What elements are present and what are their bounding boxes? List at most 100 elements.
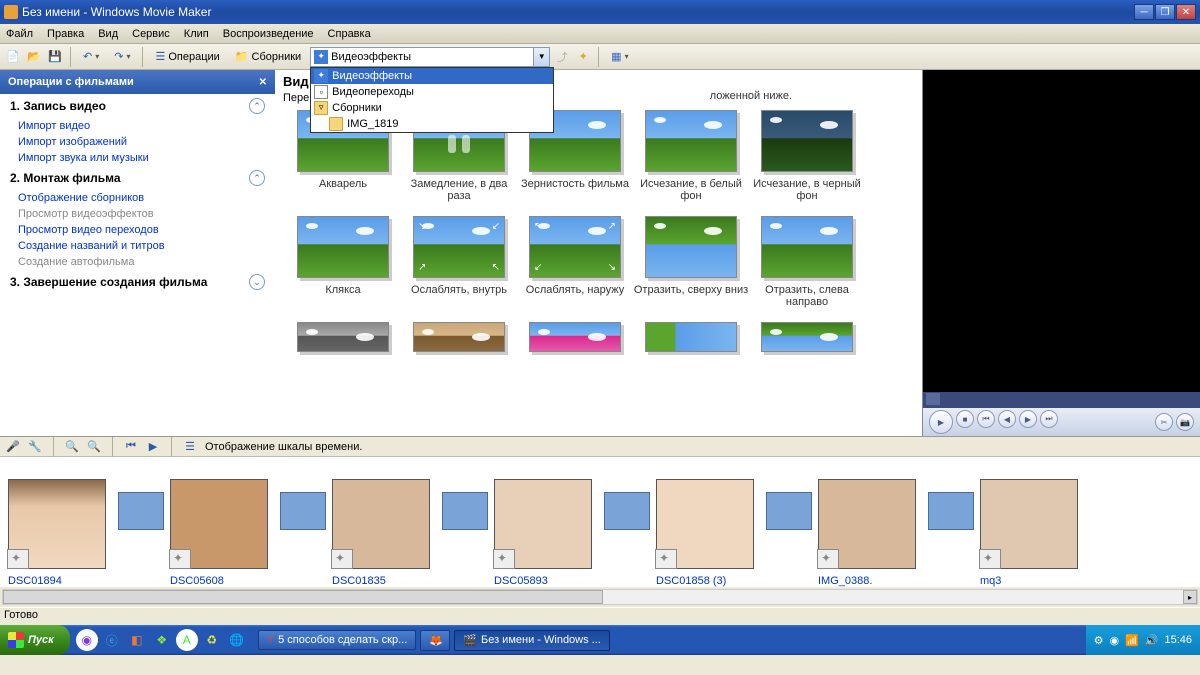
collapse-icon[interactable]: ⌃	[249, 170, 265, 186]
combo-arrow[interactable]: ▼	[533, 48, 549, 66]
view-button[interactable]: ▦▾	[605, 48, 634, 65]
ql-chrome-icon[interactable]: 🌐	[226, 629, 248, 651]
effect-item[interactable]	[285, 322, 401, 358]
audio-levels-icon[interactable]: 🔧	[28, 440, 42, 454]
save-icon[interactable]: 💾	[46, 48, 64, 66]
fwd-button[interactable]: ▶	[1019, 410, 1037, 428]
storyboard-clip[interactable]: DSC01894	[8, 479, 106, 569]
section-finish[interactable]: 3. Завершение создания фильма⌄	[0, 270, 275, 294]
effect-item[interactable]	[517, 322, 633, 358]
snapshot-button[interactable]: 📷	[1176, 413, 1194, 431]
ql-ie-icon[interactable]: ⓔ	[101, 629, 123, 651]
link-import-video[interactable]: Импорт видео	[0, 118, 275, 134]
tray-volume-icon[interactable]: 🔊	[1145, 634, 1159, 647]
new-icon[interactable]: 📄	[4, 48, 22, 66]
effect-item[interactable]	[749, 322, 865, 358]
snapshot-icon[interactable]	[926, 393, 940, 405]
ql-icon[interactable]: ♻	[201, 629, 223, 651]
next-button[interactable]: ⏭	[1040, 410, 1058, 428]
expand-icon[interactable]: ⌄	[249, 274, 265, 290]
ql-icon[interactable]: ❖	[151, 629, 173, 651]
menu-edit[interactable]: Правка	[47, 28, 84, 40]
collection-combo[interactable]: ✦ Видеоэффекты ▼ ✦Видеоэффекты ▫Видеопер…	[310, 47, 550, 67]
play-button[interactable]: ▶	[929, 410, 953, 434]
storyboard-clip[interactable]: DSC01858 (3)	[656, 479, 754, 569]
taskbar-task[interactable]: Y5 способов сделать скр...	[258, 630, 417, 650]
taskbar-task-active[interactable]: 🎬Без имени - Windows ...	[454, 630, 610, 651]
storyboard-clip[interactable]: mq3	[980, 479, 1078, 569]
storyboard-clip[interactable]: DSC05893	[494, 479, 592, 569]
effect-item[interactable]: Отразить, сверху вниз	[633, 216, 749, 308]
transition-slot[interactable]	[118, 492, 164, 530]
effect-item[interactable]	[633, 322, 749, 358]
storyboard[interactable]: DSC01894 DSC05608 DSC01835 DSC05893 DSC01858…	[0, 457, 1200, 587]
effect-item[interactable]: Клякса	[285, 216, 401, 308]
effect-item[interactable]: Отразить, слева направо	[749, 216, 865, 308]
ql-icon[interactable]: ◉	[76, 629, 98, 651]
dropdown-item-transitions[interactable]: ▫Видеопереходы	[311, 84, 553, 100]
undo-button[interactable]: ↶▾	[77, 48, 105, 65]
menu-view[interactable]: Вид	[98, 28, 118, 40]
transition-slot[interactable]	[928, 492, 974, 530]
minimize-button[interactable]: ─	[1134, 4, 1154, 20]
tray-network-icon[interactable]: 📶	[1125, 634, 1139, 647]
dropdown-item-effects[interactable]: ✦Видеоэффекты	[311, 68, 553, 84]
menu-tools[interactable]: Сервис	[132, 28, 170, 40]
menu-help[interactable]: Справка	[328, 28, 371, 40]
up-icon[interactable]: ⤴	[553, 48, 571, 66]
start-button[interactable]: Пуск	[0, 625, 70, 655]
effect-item[interactable]: Исчезание, в белый фон	[633, 110, 749, 202]
link-show-collections[interactable]: Отображение сборников	[0, 190, 275, 206]
transition-slot[interactable]	[280, 492, 326, 530]
menu-file[interactable]: Файл	[6, 28, 33, 40]
restore-button[interactable]: ❐	[1155, 4, 1175, 20]
dropdown-item-collections[interactable]: ▿Сборники	[311, 100, 553, 116]
ql-icon[interactable]: ◧	[126, 629, 148, 651]
section-edit[interactable]: 2. Монтаж фильма⌃	[0, 166, 275, 190]
clock[interactable]: 15:46	[1164, 634, 1192, 646]
link-view-transitions[interactable]: Просмотр видео переходов	[0, 222, 275, 238]
timeline-view-icon[interactable]: ☰	[183, 440, 197, 454]
effect-item[interactable]: Исчезание, в черный фон	[749, 110, 865, 202]
tray-icon[interactable]: ⚙	[1094, 634, 1104, 647]
task-pane-close[interactable]: ✕	[259, 77, 267, 88]
zoom-in-icon[interactable]: 🔍	[65, 440, 79, 454]
storyboard-clip[interactable]: DSC05608	[170, 479, 268, 569]
transition-slot[interactable]	[442, 492, 488, 530]
transition-slot[interactable]	[766, 492, 812, 530]
storyboard-clip[interactable]: DSC01835	[332, 479, 430, 569]
dropdown-item-img[interactable]: IMG_1819	[311, 116, 553, 132]
effect-item[interactable]: ↖↗↘↙Ослаблять, наружу	[517, 216, 633, 308]
ql-icon[interactable]: A	[176, 629, 198, 651]
collections-button[interactable]: 📁Сборники	[229, 48, 307, 65]
effect-item[interactable]: ↘↙↖↗Ослаблять, внутрь	[401, 216, 517, 308]
play-timeline-icon[interactable]: ▶	[146, 440, 160, 454]
timeline-scrollbar[interactable]: ◂ ▸	[2, 589, 1198, 605]
open-icon[interactable]: 📂	[25, 48, 43, 66]
timeline-label[interactable]: Отображение шкалы времени.	[205, 441, 362, 453]
scroll-right[interactable]: ▸	[1183, 590, 1197, 604]
link-import-audio[interactable]: Импорт звука или музыки	[0, 150, 275, 166]
link-import-images[interactable]: Импорт изображений	[0, 134, 275, 150]
stop-button[interactable]: ■	[956, 410, 974, 428]
narrate-icon[interactable]: 🎤	[6, 440, 20, 454]
rewind-icon[interactable]: ⏮	[124, 440, 138, 454]
close-button[interactable]: ✕	[1176, 4, 1196, 20]
effect-item[interactable]	[401, 322, 517, 358]
taskbar-task[interactable]: 🦊	[420, 630, 450, 651]
section-capture[interactable]: 1. Запись видео⌃	[0, 94, 275, 118]
tray-icon[interactable]: ◉	[1109, 634, 1119, 647]
tasks-button[interactable]: ☰Операции	[149, 48, 225, 65]
transition-slot[interactable]	[604, 492, 650, 530]
prev-button[interactable]: ⏮	[977, 410, 995, 428]
menu-play[interactable]: Воспроизведение	[223, 28, 314, 40]
back-button[interactable]: ◀	[998, 410, 1016, 428]
scroll-thumb[interactable]	[3, 590, 603, 604]
menu-clip[interactable]: Клип	[184, 28, 209, 40]
redo-button[interactable]: ↷▾	[108, 48, 136, 65]
zoom-out-icon[interactable]: 🔍	[87, 440, 101, 454]
storyboard-clip[interactable]: IMG_0388.	[818, 479, 916, 569]
split-button[interactable]: ✂	[1155, 413, 1173, 431]
new-folder-icon[interactable]: ✦	[574, 48, 592, 66]
collapse-icon[interactable]: ⌃	[249, 98, 265, 114]
